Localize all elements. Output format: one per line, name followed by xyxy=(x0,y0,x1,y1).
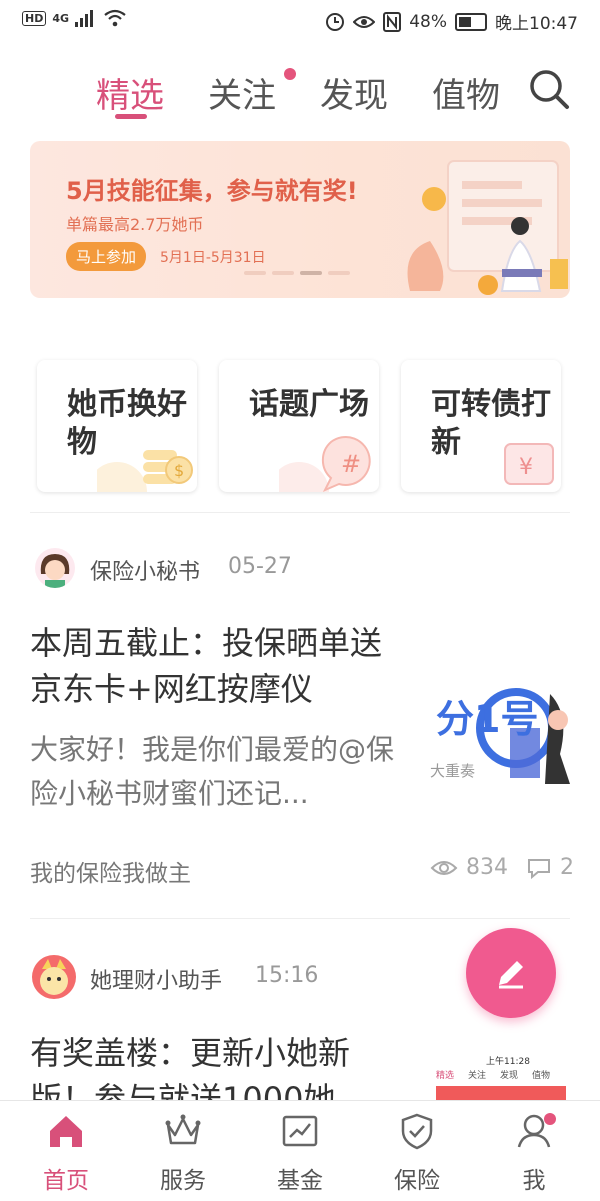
yen-icon: ¥ xyxy=(504,443,554,485)
join-now-button[interactable]: 马上参加 xyxy=(66,242,147,271)
alarm-icon xyxy=(326,12,345,31)
tab-discover[interactable]: 发现 xyxy=(320,68,388,117)
post-summary[interactable]: 大家好！我是你们最爱的@保险小秘书财蜜们还记... xyxy=(30,728,410,816)
post-topic-tag[interactable]: 我的保险我做主 xyxy=(30,854,191,888)
banner-title: 5月技能征集，参与就有奖! xyxy=(66,177,358,205)
shield-icon xyxy=(401,1113,433,1150)
following-dot-badge xyxy=(284,68,296,80)
avatar-illustration xyxy=(40,959,68,995)
wifi-icon xyxy=(104,9,126,27)
banner-dates: 5月1日-5月31日 xyxy=(160,250,266,266)
pager-dot xyxy=(272,271,294,275)
bottom-nav: 首页 服务 基金 保险 我 xyxy=(0,1100,600,1201)
status-bar: HD 4G 48% 晚上10:47 xyxy=(0,0,600,40)
comments-count: 2 xyxy=(560,855,574,880)
crown-icon xyxy=(165,1114,201,1145)
nav-home[interactable]: 首页 xyxy=(6,1101,126,1201)
post-thumbnail[interactable]: 上午11:28 精选 关注 发现 值物 xyxy=(430,1050,570,1100)
nav-label: 基金 xyxy=(277,1168,323,1194)
thumbnail-time: 上午11:28 xyxy=(486,1057,530,1067)
post-title[interactable]: 本周五截止：投保晒单送京东卡+网红按摩仪 xyxy=(30,620,410,712)
card-topic-square[interactable]: 话题广场 # xyxy=(219,360,379,492)
hashtag-bubble-icon: # xyxy=(279,435,371,492)
pager-dot xyxy=(328,271,350,275)
nav-label: 服务 xyxy=(160,1168,206,1194)
thumbnail-text: 分1号 xyxy=(436,697,539,741)
clock: 晚上10:47 xyxy=(495,14,578,34)
battery-icon xyxy=(455,12,487,31)
nav-insurance[interactable]: 保险 xyxy=(357,1101,477,1201)
nav-services[interactable]: 服务 xyxy=(123,1101,243,1201)
post-time: 15:16 xyxy=(255,963,319,988)
nav-label: 保险 xyxy=(394,1168,440,1194)
thumbnail-tab: 发现 xyxy=(500,1071,519,1081)
nav-label: 我 xyxy=(522,1168,546,1194)
card-coins-exchange[interactable]: 她币换好物 $ xyxy=(37,360,197,492)
views-count: 834 xyxy=(466,855,508,880)
banner-illustration xyxy=(407,160,568,295)
thumbnail-tabs: 精选 关注 发现 值物 xyxy=(436,1068,550,1081)
pager-dot xyxy=(244,271,266,275)
promo-banner[interactable]: 5月技能征集，参与就有奖! 单篇最高2.7万她币 马上参加 5月1日-5月31日 xyxy=(30,141,570,298)
post-stats: 834 2 xyxy=(430,855,574,880)
thumbnail-tab: 关注 xyxy=(468,1071,487,1081)
thumbnail-banner xyxy=(436,1086,566,1100)
top-tabs: 精选 关注 发现 值物 xyxy=(0,62,600,122)
nav-label: 首页 xyxy=(43,1168,89,1194)
svg-text:$: $ xyxy=(174,461,184,480)
avatar[interactable] xyxy=(35,548,75,588)
avatar[interactable] xyxy=(32,955,76,999)
me-dot-badge xyxy=(544,1113,556,1125)
comment-icon xyxy=(528,858,550,879)
pager-dot-active xyxy=(300,271,322,275)
coin-icon: $ xyxy=(97,450,193,492)
tab-featured[interactable]: 精选 xyxy=(96,68,164,117)
avatar-illustration xyxy=(40,554,70,588)
banner-pager xyxy=(244,271,350,275)
divider xyxy=(30,918,570,919)
banner-subtitle: 单篇最高2.7万她币 xyxy=(66,215,204,234)
status-left: HD 4G xyxy=(22,9,127,27)
card-title: 话题广场 xyxy=(249,387,369,422)
tab-active-indicator xyxy=(115,114,147,119)
battery-percent: 48% xyxy=(409,11,447,32)
home-icon xyxy=(50,1116,82,1147)
views-icon xyxy=(430,860,458,875)
nfc-icon xyxy=(383,11,402,32)
chart-icon xyxy=(282,1115,318,1147)
hd-icon: HD xyxy=(22,10,47,26)
thumbnail-tab: 值物 xyxy=(532,1071,551,1081)
signal-icon xyxy=(75,10,94,27)
post-author[interactable]: 保险小秘书 xyxy=(90,554,200,586)
post-time: 05-27 xyxy=(228,554,292,579)
network-label: 4G xyxy=(52,11,70,25)
status-right: 48% 晚上10:47 xyxy=(325,9,578,34)
divider xyxy=(30,512,570,513)
tab-following[interactable]: 关注 xyxy=(208,68,276,117)
post-author[interactable]: 她理财小助手 xyxy=(90,963,222,995)
card-convertible-bonds[interactable]: 可转债打新 ¥ xyxy=(401,360,561,492)
nav-me[interactable]: 我 xyxy=(474,1101,594,1201)
svg-text:¥: ¥ xyxy=(519,455,533,480)
tab-worth-buying[interactable]: 值物 xyxy=(432,68,500,117)
svg-text:#: # xyxy=(341,450,361,478)
thumbnail-tab: 精选 xyxy=(436,1071,455,1081)
post-thumbnail[interactable]: 分1号 大重奏 xyxy=(430,684,570,784)
nav-funds[interactable]: 基金 xyxy=(240,1101,360,1201)
eye-icon xyxy=(353,15,376,28)
search-icon[interactable] xyxy=(528,68,570,110)
pencil-icon xyxy=(499,961,523,989)
compose-button[interactable] xyxy=(466,928,556,1018)
thumbnail-subtext: 大重奏 xyxy=(430,762,476,780)
